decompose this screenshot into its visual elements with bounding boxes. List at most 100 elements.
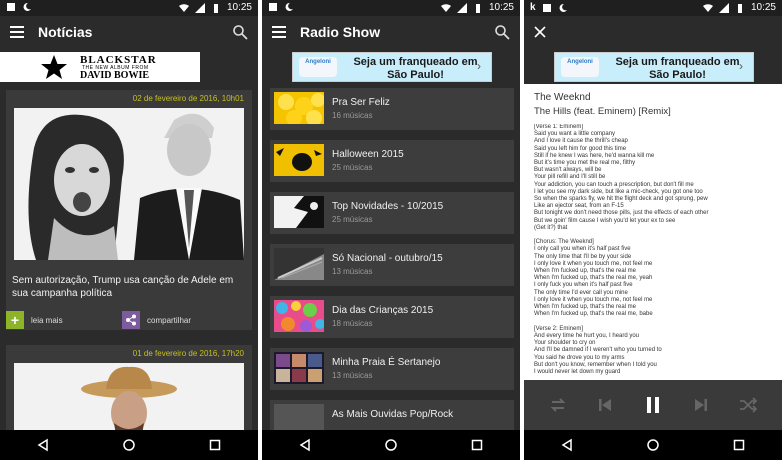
app-k-icon: k: [530, 2, 536, 13]
previous-icon[interactable]: [594, 394, 616, 416]
clock: 10:25: [488, 2, 514, 13]
playlist-name: Halloween 2015: [332, 149, 404, 160]
ad-banner[interactable]: BLACKSTAR THE NEW ALBUM FROM DAVID BOWIE: [0, 52, 200, 82]
ad-banner[interactable]: Angeloni Seja um franqueado em São Paulo…: [292, 52, 492, 82]
news-date: 01 de fevereiro de 2016, 17h20: [132, 349, 244, 358]
screen-title: Notícias: [38, 24, 93, 40]
share-label: compartilhar: [147, 315, 192, 325]
back-icon[interactable]: [298, 438, 312, 452]
playlist-item[interactable]: Minha Praia É Sertanejo 13 músicas: [270, 348, 514, 390]
playlist-count: 13 músicas: [332, 267, 373, 276]
playlist-item[interactable]: Dia das Crianças 2015 18 músicas: [270, 296, 514, 338]
playlist-thumbnail: [274, 300, 324, 332]
status-bar: 10:25: [0, 0, 258, 16]
playlist-count: 25 músicas: [332, 215, 373, 224]
back-icon[interactable]: [560, 438, 574, 452]
playlist-thumbnail: [274, 92, 324, 124]
app-bar: Radio Show: [262, 16, 520, 50]
news-date: 02 de fevereiro de 2016, 10h01: [132, 94, 244, 103]
app-bar: Notícias: [0, 16, 258, 50]
clock: 10:25: [226, 2, 252, 13]
navigation-bar: [524, 430, 782, 460]
signal-icon: [456, 2, 467, 13]
wifi-icon: [178, 3, 189, 12]
read-more-button[interactable]: + leia mais: [6, 310, 63, 330]
home-icon[interactable]: [646, 438, 660, 452]
ad-logo: Angeloni: [561, 57, 599, 77]
menu-icon[interactable]: [272, 26, 286, 38]
battery-icon: [737, 3, 742, 13]
playlist-count: 13 músicas: [332, 371, 373, 380]
playlist-count: 25 músicas: [332, 163, 373, 172]
search-icon[interactable]: [232, 24, 248, 40]
screen-title: Radio Show: [300, 24, 381, 40]
menu-icon[interactable]: [10, 26, 24, 38]
playlist-name: Só Nacional - outubro/15: [332, 253, 443, 264]
playlist-item[interactable]: Só Nacional - outubro/15 13 músicas: [270, 244, 514, 286]
radio-show-screen: 10:25 Radio Show Angeloni Seja um franqu…: [262, 0, 520, 460]
repeat-icon[interactable]: [547, 394, 569, 416]
wifi-icon: [440, 3, 451, 12]
recents-icon[interactable]: [208, 438, 222, 452]
playlist-item[interactable]: Top Novidades - 10/2015 25 músicas: [270, 192, 514, 234]
news-card[interactable]: 02 de fevereiro de 2016, 10h01 Sem autor…: [6, 90, 252, 330]
artist-name: The Weeknd: [534, 92, 591, 103]
search-icon[interactable]: [494, 24, 510, 40]
playlist-name: As Mais Ouvidas Pop/Rock: [332, 409, 454, 420]
notification-icon: [269, 3, 277, 11]
app-bar: [524, 16, 782, 50]
lyrics-text: [Verse 1: Eminem] Said you want a little…: [534, 124, 709, 375]
playlist-name: Dia das Crianças 2015: [332, 305, 434, 316]
close-icon[interactable]: [534, 26, 546, 38]
navigation-bar: [262, 430, 520, 460]
playlist-item[interactable]: Halloween 2015 25 músicas: [270, 140, 514, 182]
playlist-name: Minha Praia É Sertanejo: [332, 357, 441, 368]
ad-banner[interactable]: Angeloni Seja um franqueado em São Paulo…: [554, 52, 754, 82]
ad-text: Seja um franqueado em São Paulo!: [353, 56, 478, 81]
song-title: The Hills (feat. Eminem) [Remix]: [534, 106, 671, 117]
news-image: [14, 108, 244, 260]
playlist-item[interactable]: Pra Ser Feliz 16 músicas: [270, 88, 514, 130]
playlist-count: 18 músicas: [332, 319, 373, 328]
playlist-thumbnail: [274, 196, 324, 228]
ad-line-3: DAVID BOWIE: [80, 70, 149, 81]
moon-icon: [23, 2, 31, 11]
share-button[interactable]: compartilhar: [122, 310, 191, 330]
next-icon[interactable]: [690, 394, 712, 416]
status-bar: k 10:25: [524, 0, 782, 16]
ad-text: Seja um franqueado em São Paulo!: [615, 56, 740, 81]
home-icon[interactable]: [384, 438, 398, 452]
news-screen: 10:25 Notícias BLACKSTAR THE NEW ALBUM F…: [0, 0, 258, 460]
home-icon[interactable]: [122, 438, 136, 452]
playlist-name: Pra Ser Feliz: [332, 97, 390, 108]
news-actions: + leia mais compartilhar: [6, 310, 252, 330]
news-headline[interactable]: Sem autorização, Trump usa canção de Ade…: [12, 274, 248, 300]
notification-icon: [542, 3, 551, 12]
status-bar: 10:25: [262, 0, 520, 16]
read-more-label: leia mais: [31, 315, 63, 325]
news-image: [14, 363, 244, 435]
battery-icon: [475, 3, 480, 13]
ad-logo: Angeloni: [299, 57, 337, 77]
moon-icon: [559, 3, 567, 12]
recents-icon[interactable]: [470, 438, 484, 452]
notification-icon: [7, 3, 15, 11]
signal-icon: [194, 2, 205, 13]
chevron-right-icon: ›: [739, 59, 743, 73]
shuffle-icon[interactable]: [737, 394, 759, 416]
back-icon[interactable]: [36, 438, 50, 452]
plus-icon: +: [6, 311, 24, 329]
player-controls: [524, 380, 782, 430]
star-icon: [41, 55, 67, 79]
signal-icon: [718, 2, 729, 13]
moon-icon: [285, 2, 293, 11]
playlist-thumbnail: [274, 248, 324, 280]
share-icon: [122, 311, 140, 329]
pause-icon[interactable]: [642, 394, 664, 416]
playlist-thumbnail: [274, 144, 324, 176]
clock: 10:25: [750, 2, 776, 13]
news-card[interactable]: 01 de fevereiro de 2016, 17h20: [6, 345, 252, 435]
lyrics-panel[interactable]: The Weeknd The Hills (feat. Eminem) [Rem…: [524, 84, 782, 380]
wifi-icon: [702, 3, 713, 12]
recents-icon[interactable]: [732, 438, 746, 452]
